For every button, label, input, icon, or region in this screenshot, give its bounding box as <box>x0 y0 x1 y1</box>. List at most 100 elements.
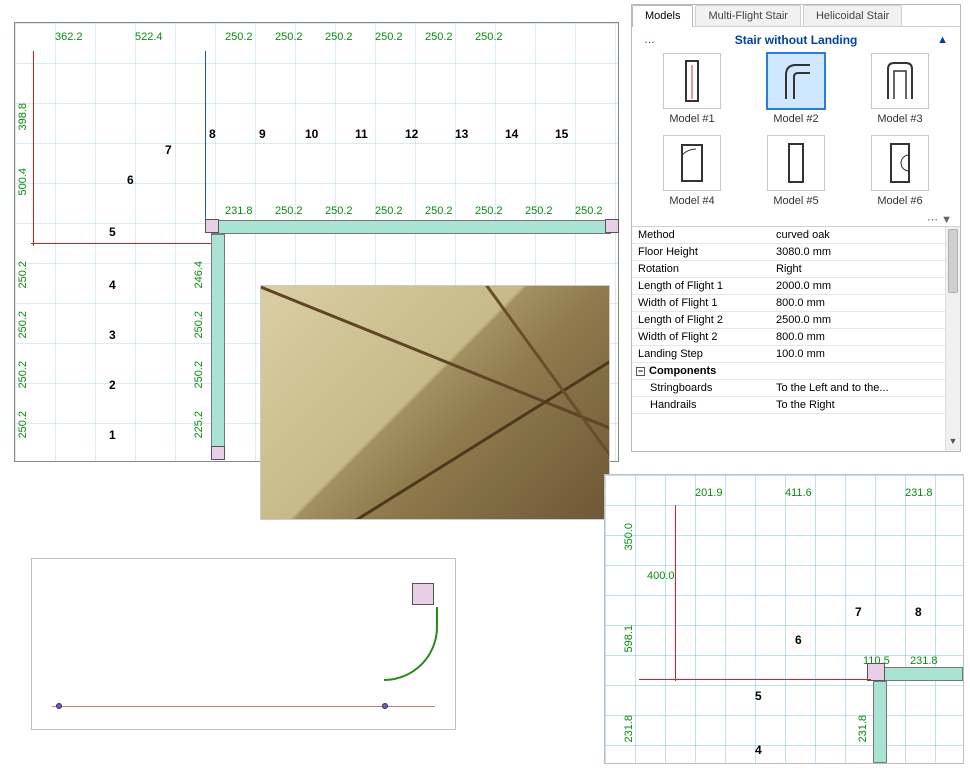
dim-m-3: 250.2 <box>375 205 403 217</box>
dim-v-0: 398.8 <box>17 103 29 131</box>
zdim-t-1: 411.6 <box>785 487 812 499</box>
dim-m-0: 231.8 <box>225 205 253 217</box>
dim-c-1: 250.2 <box>193 311 205 339</box>
tab-multiflight[interactable]: Multi-Flight Stair <box>695 5 800 26</box>
prop-method-val[interactable]: curved oak <box>770 227 960 243</box>
model-card-4[interactable]: Model #4 <box>646 135 738 207</box>
mini-baseline <box>52 706 435 707</box>
step-t-6: 14 <box>505 127 518 141</box>
mini-endpoint-left <box>56 703 62 709</box>
dim-h-4: 250.2 <box>325 31 353 43</box>
prop-handrails-val[interactable]: To the Right <box>770 397 960 413</box>
prop-landing-key: Landing Step <box>632 346 770 362</box>
dim-v-5: 250.2 <box>17 411 29 439</box>
prop-len-f2-val[interactable]: 2500.0 mm <box>770 312 960 328</box>
model-label-5: Model #5 <box>773 195 818 207</box>
zstep-3: 5 <box>755 689 762 703</box>
property-grid[interactable]: Methodcurved oak Floor Height3080.0 mm R… <box>632 226 960 451</box>
stair-properties-panel: Models Multi-Flight Stair Helicoidal Sta… <box>631 4 961 452</box>
zdim-l-2: 598.1 <box>623 625 635 653</box>
prop-wid-f1-val[interactable]: 800.0 mm <box>770 295 960 311</box>
prop-group-components[interactable]: −Components <box>632 363 960 380</box>
model-icon-2 <box>767 53 825 109</box>
prop-landing[interactable]: Landing Step100.0 mm <box>632 346 960 363</box>
dim-h-3: 250.2 <box>275 31 303 43</box>
tab-helicoidal[interactable]: Helicoidal Stair <box>803 5 902 26</box>
step-d-1: 6 <box>127 173 134 187</box>
dim-m-1: 250.2 <box>275 205 303 217</box>
model-card-3[interactable]: Model #3 <box>854 53 946 125</box>
dim-h-7: 250.2 <box>475 31 503 43</box>
zdim-r-2: 231.8 <box>857 715 869 743</box>
prop-stringboards-val[interactable]: To the Left and to the... <box>770 380 960 396</box>
model-grid: Model #1 Model #2 Model #3 Model #4 Mode… <box>632 49 960 213</box>
model-card-5[interactable]: Model #5 <box>750 135 842 207</box>
model-icon-5 <box>767 135 825 191</box>
step-t-0: 8 <box>209 127 216 141</box>
propgrid-scrollbar[interactable]: ▲ ▼ <box>945 227 960 451</box>
prop-handrails[interactable]: HandrailsTo the Right <box>632 397 960 414</box>
prop-floor-height-val[interactable]: 3080.0 mm <box>770 244 960 260</box>
scroll-down-icon[interactable]: ▼ <box>946 436 960 451</box>
prop-floor-height[interactable]: Floor Height3080.0 mm <box>632 244 960 261</box>
red-guide-1 <box>31 243 211 244</box>
prop-wid-f2-val[interactable]: 800.0 mm <box>770 329 960 345</box>
step-d-5: 2 <box>109 378 116 392</box>
tab-models[interactable]: Models <box>632 5 693 27</box>
plan-bottom-right: 201.9 411.6 231.8 350.0 400.0 598.1 231.… <box>604 474 964 764</box>
mini-curve <box>384 607 438 681</box>
models-more-icon[interactable]: ⋯ ▼ <box>632 213 960 226</box>
handrail-horizontal <box>211 220 611 234</box>
mini-newel-post <box>412 583 434 605</box>
section-prev-icon[interactable]: … <box>644 34 655 46</box>
model-icon-3 <box>871 53 929 109</box>
step-d-2: 5 <box>109 225 116 239</box>
model-card-1[interactable]: Model #1 <box>646 53 738 125</box>
prop-rotation-val[interactable]: Right <box>770 261 960 277</box>
model-card-2[interactable]: Model #2 <box>750 53 842 125</box>
prop-len-f1[interactable]: Length of Flight 12000.0 mm <box>632 278 960 295</box>
prop-len-f2[interactable]: Length of Flight 22500.0 mm <box>632 312 960 329</box>
prop-wid-f2[interactable]: Width of Flight 2800.0 mm <box>632 329 960 346</box>
zstep-4: 4 <box>755 743 762 757</box>
dim-c-3: 225.2 <box>193 411 205 439</box>
step-t-4: 12 <box>405 127 418 141</box>
model-label-3: Model #3 <box>877 113 922 125</box>
prop-components-label: Components <box>649 365 716 377</box>
render-surface <box>261 286 609 519</box>
expand-icon[interactable]: − <box>636 367 645 376</box>
model-label-2: Model #2 <box>773 113 818 125</box>
prop-wid-f1[interactable]: Width of Flight 1800.0 mm <box>632 295 960 312</box>
model-card-6[interactable]: Model #6 <box>854 135 946 207</box>
scroll-thumb[interactable] <box>948 229 958 293</box>
prop-landing-val[interactable]: 100.0 mm <box>770 346 960 362</box>
prop-len-f2-key: Length of Flight 2 <box>632 312 770 328</box>
prop-len-f1-key: Length of Flight 1 <box>632 278 770 294</box>
dim-m-7: 250.2 <box>575 205 603 217</box>
prop-stringboards[interactable]: StringboardsTo the Left and to the... <box>632 380 960 397</box>
prop-len-f1-val[interactable]: 2000.0 mm <box>770 278 960 294</box>
dim-m-4: 250.2 <box>425 205 453 217</box>
zoom-red-1 <box>675 505 676 681</box>
tab-bar: Models Multi-Flight Stair Helicoidal Sta… <box>632 5 960 27</box>
section-title: Stair without Landing <box>655 33 937 47</box>
zstep-0: 8 <box>915 605 922 619</box>
prop-wid-f1-key: Width of Flight 1 <box>632 295 770 311</box>
red-guide-2 <box>33 51 34 246</box>
zdim-l-0: 350.0 <box>623 523 635 551</box>
zdim-t-2: 231.8 <box>905 487 933 499</box>
prop-method[interactable]: Methodcurved oak <box>632 227 960 244</box>
dim-h-2: 250.2 <box>225 31 253 43</box>
zstep-2: 6 <box>795 633 802 647</box>
dim-m-5: 250.2 <box>475 205 503 217</box>
zoom-grid <box>605 475 963 763</box>
prop-rotation[interactable]: RotationRight <box>632 261 960 278</box>
zstep-1: 7 <box>855 605 862 619</box>
dim-c-2: 250.2 <box>193 361 205 389</box>
step-t-1: 9 <box>259 127 266 141</box>
step-d-3: 4 <box>109 278 116 292</box>
step-t-5: 13 <box>455 127 468 141</box>
dim-c-0: 246.4 <box>193 261 205 289</box>
section-collapse-icon[interactable]: ▲ <box>937 34 948 46</box>
zoom-rail-h <box>877 667 963 681</box>
